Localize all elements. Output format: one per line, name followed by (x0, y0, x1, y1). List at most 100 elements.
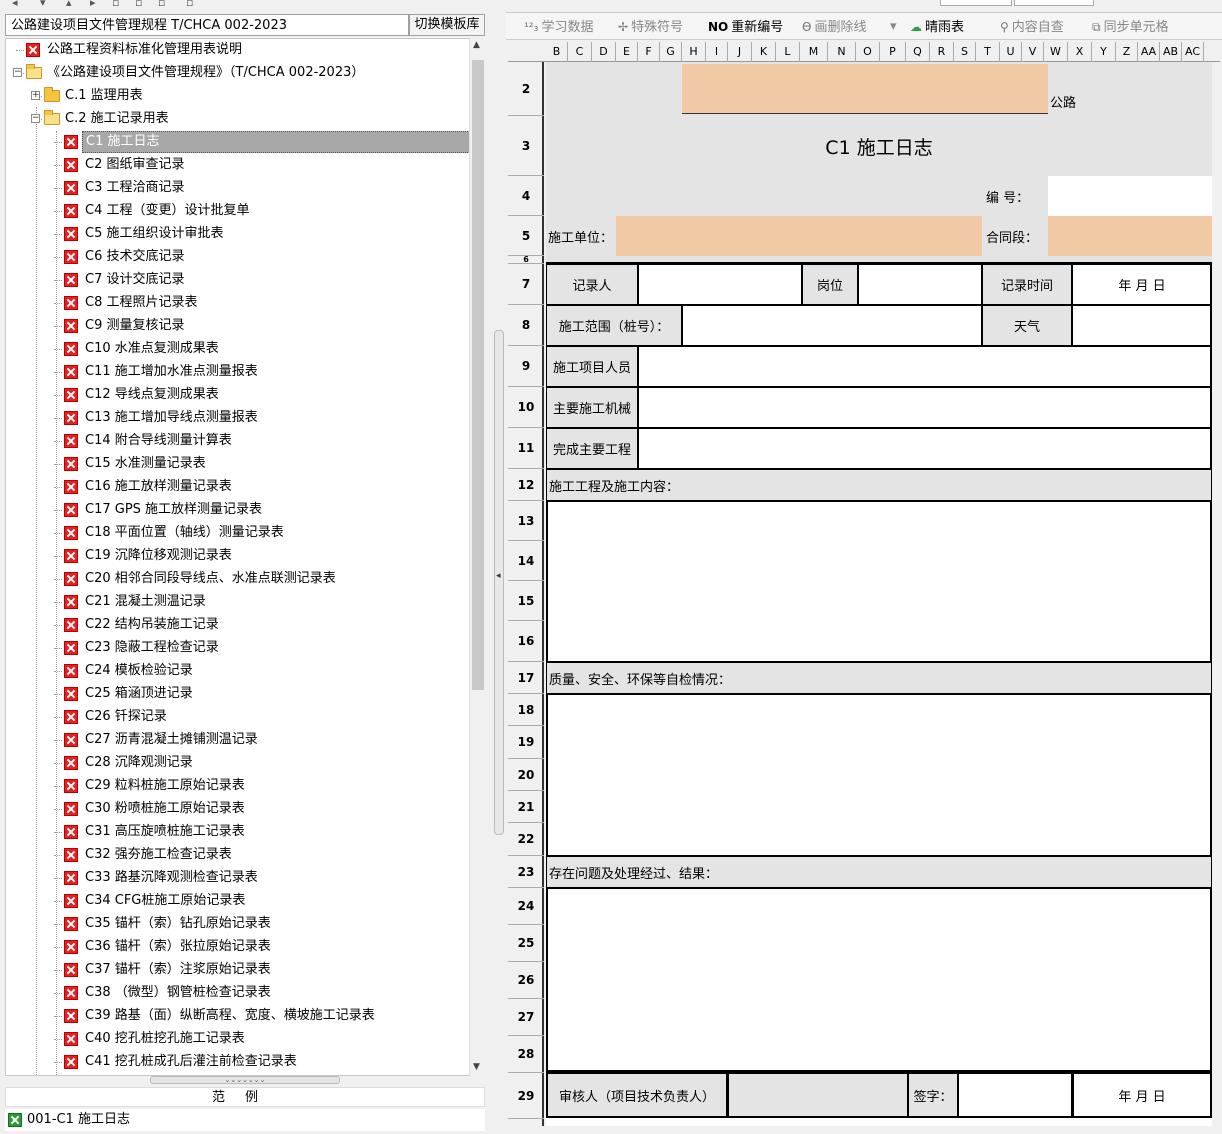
tree-item[interactable]: C28 沉降观测记录 (6, 752, 472, 774)
row-header-cell[interactable]: 10 (508, 387, 544, 428)
column-header-cell[interactable]: Q (906, 42, 930, 62)
tree-item[interactable]: C35 锚杆（索）钻孔原始记录表 (6, 913, 472, 935)
column-header-cell[interactable]: AA (1138, 42, 1160, 62)
toolbar-button-strike[interactable]: Ɵ 画删除线 (802, 17, 866, 37)
tree-item[interactable]: C20 相邻合同段导线点、水准点联测记录表 (6, 568, 472, 590)
down-icon[interactable]: ▾ (40, 0, 46, 9)
toolbar-button-weather[interactable]: ☁ 晴雨表 (910, 17, 964, 37)
sheet-scrollbar[interactable] (1212, 62, 1222, 1126)
up-icon[interactable]: ▴ (66, 0, 72, 9)
row-header-cell[interactable]: 8 (508, 305, 544, 346)
tree-item[interactable]: C21 混凝土测温记录 (6, 591, 472, 613)
tree-item[interactable]: C8 工程照片记录表 (6, 292, 472, 314)
forward-icon[interactable]: ▸ (90, 0, 96, 9)
column-header-cell[interactable]: J (728, 42, 752, 62)
template-name-field[interactable]: 公路建设项目文件管理规程 T/CHCA 002-2023 (5, 14, 409, 36)
tree-item[interactable]: C19 沉降位移观测记录表 (6, 545, 472, 567)
reviewer-input[interactable] (728, 1072, 908, 1118)
tree-item[interactable]: C30 粉喷桩施工原始记录表 (6, 798, 472, 820)
toolbar-button-sync[interactable]: ⧉ 同步单元格 (1092, 17, 1169, 37)
weather-input[interactable] (1072, 305, 1212, 346)
row-header-cell[interactable]: 28 (508, 1036, 544, 1073)
tree-folder[interactable]: − C.2 施工记录用表 (6, 108, 472, 130)
tree-item[interactable]: C3 工程洽商记录 (6, 177, 472, 199)
tree-folder[interactable]: − 《公路建设项目文件管理规程》（T/CHCA 002-2023） (6, 62, 472, 84)
zoom-box[interactable] (940, 0, 1012, 6)
column-header-cell[interactable]: O (856, 42, 880, 62)
column-header-cell[interactable]: T (976, 42, 1000, 62)
column-header-cell[interactable]: N (828, 42, 856, 62)
tool-icon[interactable]: ▫ (135, 0, 142, 9)
column-header-cell[interactable]: I (706, 42, 728, 62)
expand-icon[interactable]: + (31, 91, 40, 100)
machinery-input[interactable] (638, 387, 1212, 428)
horizontal-splitter[interactable]: ⌄⌄⌄⌄⌄⌄⌄ (150, 1076, 340, 1084)
tree-item[interactable]: C39 路基（面）纵断高程、宽度、横坡施工记录表 (6, 1005, 472, 1027)
row-header-cell[interactable]: 3 (508, 116, 544, 176)
toolbar-button-symbol[interactable]: ✢ 特殊符号 (618, 17, 683, 37)
tree-folder[interactable]: + C.1 监理用表 (6, 85, 472, 107)
column-header-cell[interactable]: D (592, 42, 616, 62)
sign-input[interactable] (958, 1072, 1072, 1118)
issues-input[interactable] (546, 888, 1212, 1072)
column-header-cell[interactable]: U (1000, 42, 1022, 62)
row-header-cell[interactable]: 16 (508, 621, 544, 662)
column-header-cell[interactable]: F (638, 42, 660, 62)
collapse-icon[interactable]: − (13, 68, 22, 77)
row-header-cell[interactable]: 15 (508, 581, 544, 621)
tree-item[interactable]: C1 施工日志 (6, 131, 472, 153)
completed-input[interactable] (638, 428, 1212, 469)
tree-item[interactable]: C18 平面位置（轴线）测量记录表 (6, 522, 472, 544)
scope-input[interactable] (682, 305, 982, 346)
row-header-cell[interactable]: 21 (508, 791, 544, 823)
tool-icon[interactable]: ▫ (186, 0, 193, 9)
row-header-cell[interactable]: 19 (508, 726, 544, 759)
tree-item[interactable]: C2 图纸审查记录 (6, 154, 472, 176)
tree-item[interactable]: C36 锚杆（索）张拉原始记录表 (6, 936, 472, 958)
tree-item[interactable]: C13 施工增加导线点测量报表 (6, 407, 472, 429)
switch-template-button[interactable]: 切换模板库 (409, 14, 485, 36)
row-header-cell[interactable]: 2 (508, 62, 544, 116)
row-header-cell[interactable]: 12 (508, 469, 544, 501)
row-header-cell[interactable]: 26 (508, 962, 544, 999)
column-header-cell[interactable]: E (616, 42, 638, 62)
row-header-cell[interactable]: 27 (508, 999, 544, 1036)
quality-input[interactable] (546, 694, 1212, 856)
sign-date[interactable]: 年 月 日 (1072, 1072, 1212, 1118)
scroll-down-icon[interactable]: ▼ (473, 1062, 480, 1072)
column-header-cell[interactable]: H (682, 42, 706, 62)
contract-input[interactable] (1048, 216, 1212, 256)
dropdown-arrow-icon[interactable]: ▾ (890, 17, 897, 37)
row-header-cell[interactable]: 20 (508, 759, 544, 791)
tree-item[interactable]: C34 CFG桩施工原始记录表 (6, 890, 472, 912)
tree-item[interactable]: C11 施工增加水准点测量报表 (6, 361, 472, 383)
tree-item[interactable]: C29 粒料桩施工原始记录表 (6, 775, 472, 797)
tree-item[interactable]: C32 强夯施工检查记录表 (6, 844, 472, 866)
position-input[interactable] (858, 264, 982, 305)
column-header-cell[interactable]: W (1044, 42, 1068, 62)
row-header-cell[interactable]: 11 (508, 428, 544, 469)
column-header-cell[interactable]: V (1022, 42, 1044, 62)
tool-icon[interactable]: ▫ (158, 0, 165, 9)
template-tree[interactable]: 公路工程资料标准化管理用表说明 − 《公路建设项目文件管理规程》（T/CHCA 00… (5, 38, 473, 1076)
scroll-up-icon[interactable]: ▲ (473, 40, 480, 50)
tree-item[interactable]: C6 技术交底记录 (6, 246, 472, 268)
column-header-cell[interactable]: AB (1160, 42, 1182, 62)
row-header-cell[interactable]: 7 (508, 264, 544, 305)
tree-item[interactable]: C26 钎探记录 (6, 706, 472, 728)
tree-item[interactable]: C24 模板检验记录 (6, 660, 472, 682)
column-header-cell[interactable]: R (930, 42, 954, 62)
tool-icon[interactable]: ▫ (112, 0, 119, 9)
format-box[interactable] (1014, 0, 1094, 6)
tree-item[interactable]: C25 箱涵顶进记录 (6, 683, 472, 705)
column-header-cell[interactable]: G (660, 42, 682, 62)
back-icon[interactable]: ◂ (12, 0, 18, 9)
column-header-cell[interactable]: S (954, 42, 976, 62)
tree-item[interactable]: C31 高压旋喷桩施工记录表 (6, 821, 472, 843)
column-header-cell[interactable]: C (568, 42, 592, 62)
vertical-splitter[interactable]: ◂ (494, 330, 504, 835)
tree-item[interactable]: C15 水准测量记录表 (6, 453, 472, 475)
tree-item[interactable]: C17 GPS 施工放样测量记录表 (6, 499, 472, 521)
row-header-cell[interactable]: 17 (508, 662, 544, 694)
staff-input[interactable] (638, 346, 1212, 387)
